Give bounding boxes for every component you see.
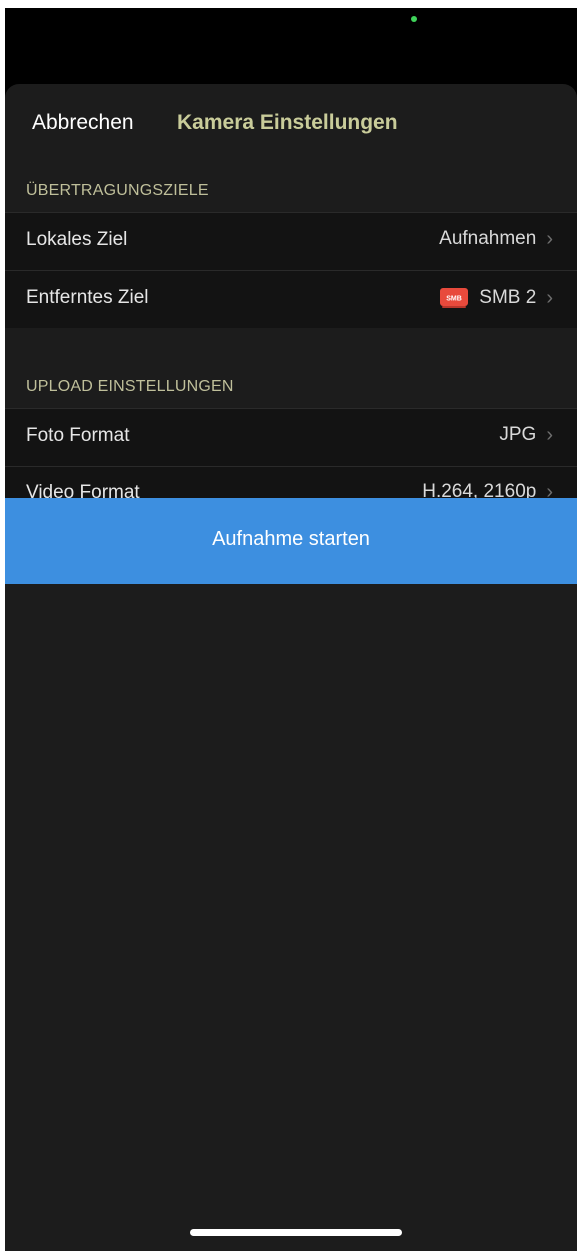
section-header-upload: UPLOAD EINSTELLUNGEN	[5, 372, 577, 404]
chevron-right-icon: ›	[546, 424, 553, 446]
divider	[5, 270, 577, 271]
row-value-group: Aufnahmen ›	[439, 228, 553, 250]
section-header-label: ÜBERTRAGUNGSZIELE	[26, 182, 209, 199]
row-label: Entferntes Ziel	[26, 287, 149, 308]
row-video-format[interactable]: Video Format H.264, 2160p ›	[5, 466, 577, 503]
row-label: Foto Format	[26, 425, 130, 446]
chevron-right-icon: ›	[546, 287, 553, 309]
row-value-group: SMB SMB 2 ›	[439, 286, 553, 310]
chevron-right-icon: ›	[546, 228, 553, 250]
screen: Abbrechen Kamera Einstellungen ÜBERTRAGU…	[0, 0, 577, 1251]
row-label: Lokales Ziel	[26, 229, 128, 250]
row-value: SMB 2	[479, 287, 537, 308]
home-indicator[interactable]	[190, 1229, 402, 1236]
divider	[5, 408, 577, 409]
row-value-group: JPG ›	[499, 424, 553, 446]
page-title: Kamera Einstellungen	[177, 111, 398, 134]
start-recording-button[interactable]: Aufnahme starten	[5, 498, 577, 584]
smb-icon-text: SMB	[447, 296, 463, 303]
cancel-button[interactable]: Abbrechen	[32, 111, 134, 135]
row-value: JPG	[499, 424, 537, 445]
settings-sheet: Abbrechen Kamera Einstellungen ÜBERTRAGU…	[5, 84, 577, 1251]
row-photo-format[interactable]: Foto Format JPG ›	[5, 408, 577, 466]
section-header-transfer: ÜBERTRAGUNGSZIELE	[5, 176, 577, 208]
smb-drive-icon: SMB	[440, 288, 469, 308]
row-remote-target[interactable]: Entferntes Ziel SMB SMB 2 ›	[5, 270, 577, 328]
start-recording-label: Aufnahme starten	[212, 528, 370, 550]
divider	[5, 466, 577, 467]
row-value: Aufnahmen	[439, 228, 537, 249]
camera-indicator-dot	[411, 16, 417, 22]
section-header-label: UPLOAD EINSTELLUNGEN	[26, 378, 234, 395]
divider	[5, 212, 577, 213]
row-local-target[interactable]: Lokales Ziel Aufnahmen ›	[5, 212, 577, 270]
navigation-bar: Abbrechen Kamera Einstellungen	[5, 84, 577, 164]
